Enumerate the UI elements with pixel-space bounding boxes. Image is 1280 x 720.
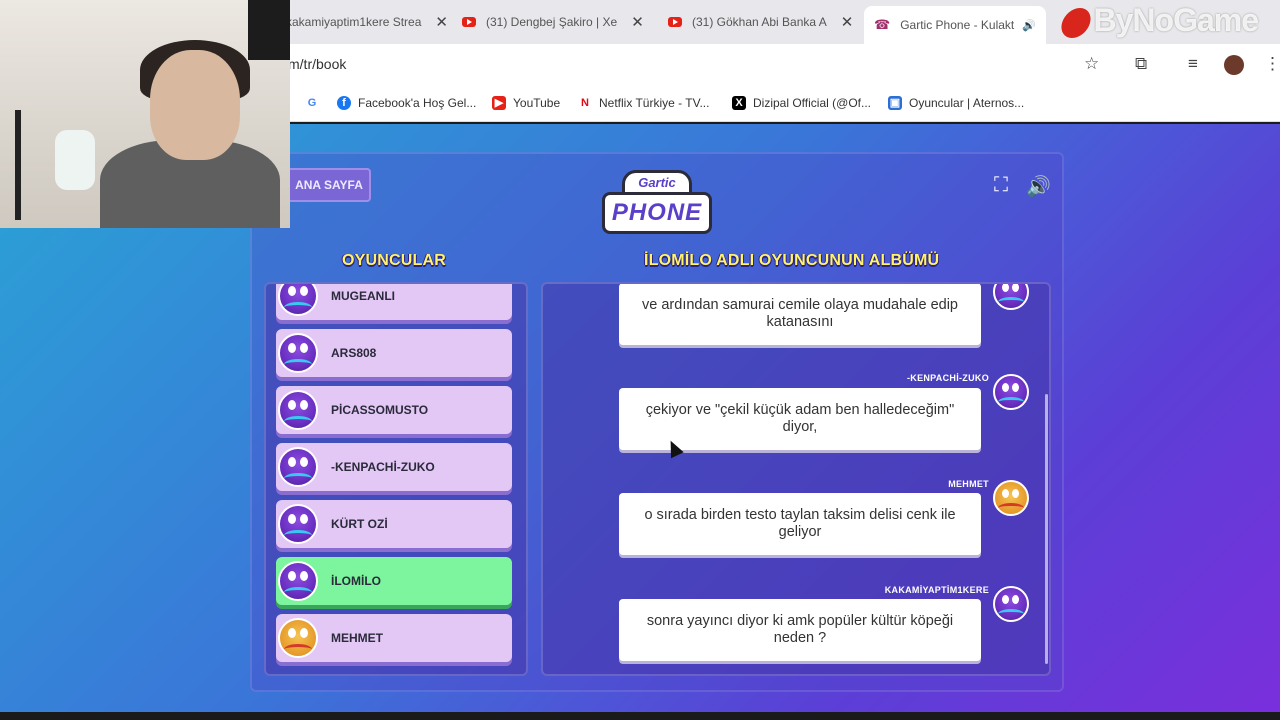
star-icon[interactable]: ☆ — [1084, 54, 1099, 74]
ghost-avatar-icon — [993, 284, 1029, 310]
youtube-icon — [668, 17, 682, 27]
address-bar[interactable]: m/tr/book — [288, 56, 346, 72]
player-item[interactable]: MEHMET — [276, 614, 512, 662]
tab-title: (31) Dengbej Şakiro | Xe — [486, 15, 618, 29]
ghost-avatar-icon — [278, 333, 318, 373]
bookmark-aternos[interactable]: ▣ Oyuncular | Aternos... — [888, 96, 1024, 110]
bookmark-youtube[interactable]: ▶ YouTube — [492, 96, 560, 110]
gartic-phone-logo: Gartic PHONE — [602, 168, 712, 236]
players-heading: OYUNCULAR — [342, 252, 447, 269]
fullscreen-icon[interactable]: ⛶ — [994, 174, 1008, 197]
player-item[interactable]: ARS808 — [276, 329, 512, 377]
home-button[interactable]: ANA SAYFA — [287, 168, 371, 202]
player-item[interactable]: MUGEANLI — [276, 284, 512, 320]
ghost-avatar-icon — [993, 374, 1029, 410]
ghost-avatar-icon — [278, 390, 318, 430]
player-name: MUGEANLI — [331, 289, 395, 303]
browser-tab[interactable]: (31) Dengbej Şakiro | Xe ✕ — [462, 8, 644, 36]
ghost-avatar-icon — [278, 447, 318, 487]
microphone-icon — [55, 130, 95, 190]
media-icon[interactable]: ≡ — [1188, 54, 1198, 74]
tab-title: (31) Gökhan Abi Banka A — [692, 15, 827, 29]
players-list[interactable]: MUGEANLI ARS808 PİCASSOMUSTO -KENPACHİ-Z… — [264, 282, 528, 676]
album-text-bubble: ve ardından samurai cemile olaya mudahal… — [619, 284, 981, 345]
browser-tab[interactable]: (31) Gökhan Abi Banka A ✕ — [668, 8, 853, 36]
player-item[interactable]: KÜRT OZİ — [276, 500, 512, 548]
extensions-icon[interactable]: ⧉ — [1135, 54, 1147, 74]
player-item[interactable]: PİCASSOMUSTO — [276, 386, 512, 434]
pizza-avatar-icon — [278, 618, 318, 658]
ghost-avatar-icon — [278, 504, 318, 544]
album-panel[interactable]: ve ardından samurai cemile olaya mudahal… — [541, 282, 1051, 676]
tab-title: kakamiyaptim1kere Strea — [286, 15, 422, 29]
close-icon[interactable]: ✕ — [435, 13, 448, 31]
ghost-avatar-icon — [278, 284, 318, 316]
bynogame-logo-icon — [1057, 7, 1094, 38]
player-name: KÜRT OZİ — [331, 517, 388, 531]
close-icon[interactable]: ✕ — [631, 13, 644, 31]
album-author: -KENPACHİ-ZUKO — [906, 373, 989, 383]
ghost-avatar-icon — [993, 586, 1029, 622]
player-name: MEHMET — [331, 631, 383, 645]
album-scrollbar[interactable] — [1045, 394, 1048, 664]
player-item[interactable]: -KENPACHİ-ZUKO — [276, 443, 512, 491]
bookmark-dizipal[interactable]: X Dizipal Official (@Of... — [732, 96, 871, 110]
close-icon[interactable]: ✕ — [841, 13, 854, 31]
youtube-icon — [462, 17, 476, 27]
bookmark-netflix[interactable]: N Netflix Türkiye - TV... — [578, 96, 709, 110]
player-name: PİCASSOMUSTO — [331, 403, 429, 417]
album-text-bubble: sonra yayıncı diyor ki amk popüler kültü… — [619, 599, 981, 661]
album-heading: İLOMİLO ADLI OYUNCUNUN ALBÜMÜ — [644, 252, 940, 269]
profile-avatar[interactable] — [1224, 55, 1244, 75]
player-name: -KENPACHİ-ZUKO — [331, 460, 435, 474]
menu-icon[interactable]: ⋮ — [1264, 54, 1280, 74]
watermark: ByNoGame — [1057, 2, 1259, 39]
google-icon[interactable]: G — [305, 96, 326, 110]
netflix-icon: N — [578, 96, 592, 110]
player-name: İLOMİLO — [331, 574, 381, 588]
aternos-icon: ▣ — [888, 96, 902, 110]
x-icon: X — [732, 96, 746, 110]
volume-icon[interactable]: 🔊 — [1026, 174, 1051, 199]
tab-title: Gartic Phone - Kulakt — [900, 18, 1015, 32]
phone-icon: ☎ — [874, 17, 891, 32]
album-text-bubble: o sırada birden testo taylan taksim deli… — [619, 493, 981, 555]
facebook-icon: f — [337, 96, 351, 110]
speaker-icon[interactable]: 🔊 — [1022, 19, 1036, 32]
webcam-overlay — [0, 0, 290, 228]
player-name: ARS808 — [331, 346, 377, 360]
bookmark-facebook[interactable]: f Facebook'a Hoş Gel... — [337, 96, 476, 110]
browser-tab[interactable]: kakamiyaptim1kere Strea ✕ — [286, 8, 448, 36]
album-author: MEHMET — [948, 479, 989, 489]
youtube-icon: ▶ — [492, 96, 506, 110]
bottom-bar — [0, 712, 1280, 720]
album-author: KAKAMİYAPTİM1KERE — [884, 585, 989, 595]
ghost-avatar-icon — [278, 561, 318, 601]
pizza-avatar-icon — [993, 480, 1029, 516]
browser-tab-active[interactable]: ☎ Gartic Phone - Kulakt 🔊 — [864, 6, 1046, 44]
player-item-active[interactable]: İLOMİLO — [276, 557, 512, 605]
